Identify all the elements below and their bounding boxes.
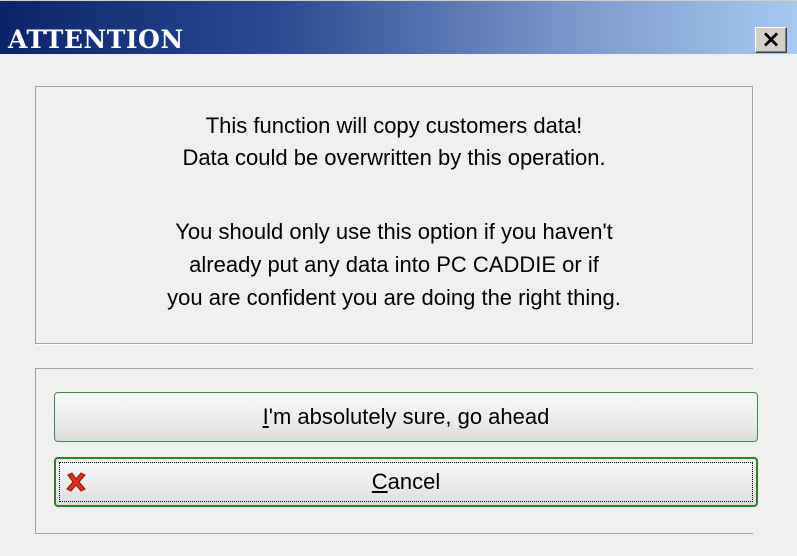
title-bar[interactable]: ATTENTION × (0, 0, 797, 54)
attention-dialog: ATTENTION × This function will copy cust… (0, 0, 797, 556)
message-line-3: You should only use this option if you h… (175, 219, 613, 244)
red-x-icon (66, 472, 86, 492)
cancel-mnemonic: C (371, 469, 388, 494)
cancel-label-rest: ancel (387, 469, 441, 494)
message-line-4: already put any data into PC CADDIE or i… (189, 252, 599, 277)
confirm-label-rest: 'm absolutely sure, go ahead (268, 404, 550, 429)
confirm-button[interactable]: I'm absolutely sure, go ahead (54, 392, 758, 442)
message-line-1: This function will copy customers data! (205, 113, 583, 138)
message-panel: This function will copy customers data! … (35, 86, 753, 344)
confirm-button-label: I'm absolutely sure, go ahead (263, 404, 550, 430)
message-line-5: you are confident you are doing the righ… (167, 285, 621, 310)
close-button[interactable]: × (755, 27, 787, 53)
message-line-2: Data could be overwritten by this operat… (182, 145, 606, 170)
button-panel: I'm absolutely sure, go ahead Cancel (35, 368, 758, 534)
dialog-title: ATTENTION (8, 25, 184, 54)
close-icon: × (760, 25, 782, 53)
cancel-button-label: Cancel (372, 469, 440, 495)
cancel-button[interactable]: Cancel (54, 457, 758, 507)
